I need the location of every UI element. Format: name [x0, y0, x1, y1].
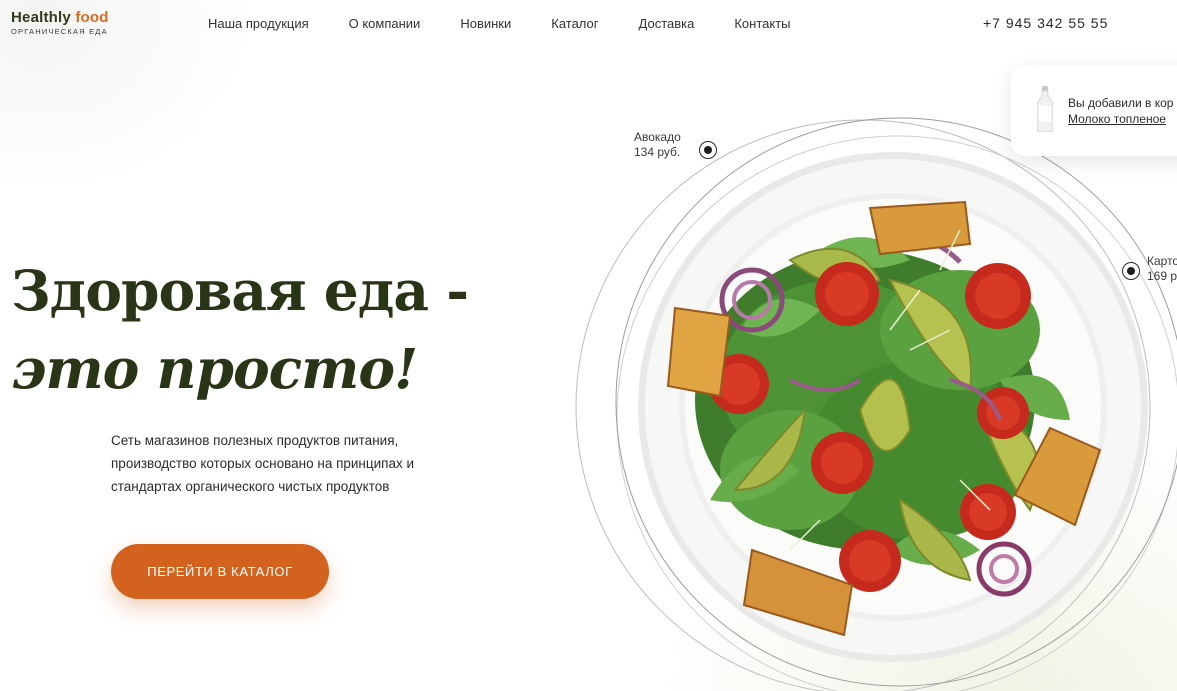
- nav-item-contacts[interactable]: Контакты: [734, 16, 790, 31]
- nav-item-catalog[interactable]: Каталог: [551, 16, 598, 31]
- milk-bottle-icon: [1037, 86, 1053, 132]
- logo-title: Healthly food: [11, 9, 109, 26]
- logo-word-food: food: [75, 9, 109, 26]
- nav-item-new[interactable]: Новинки: [460, 16, 511, 31]
- logo-word-healthly: Healthly: [11, 9, 71, 26]
- hero-title-line2: это просто!: [11, 336, 418, 401]
- marker-dot-icon[interactable]: [699, 141, 717, 159]
- main-nav: Наша продукция О компании Новинки Катало…: [208, 16, 791, 31]
- salad-plate-image: [560, 80, 1177, 691]
- hero-title-line1: Здоровая еда -: [11, 258, 469, 323]
- nav-item-about[interactable]: О компании: [349, 16, 421, 31]
- nav-item-delivery[interactable]: Доставка: [639, 16, 695, 31]
- phone-link[interactable]: +7 945 342 55 55: [983, 15, 1108, 31]
- marker-label-avocado: Авокадо 134 руб.: [634, 130, 681, 160]
- marker-label-potato: Карто 169 р: [1147, 254, 1177, 284]
- marker-price: 169 р: [1147, 269, 1177, 283]
- hero-title: Здоровая еда - это просто!: [11, 252, 469, 408]
- nav-item-products[interactable]: Наша продукция: [208, 16, 309, 31]
- hero-description: Сеть магазинов полезных продуктов питани…: [111, 433, 415, 494]
- cart-notification: Вы добавили в кор Молоко топленое: [1011, 66, 1177, 156]
- logo[interactable]: Healthly food ОРГАНИЧЕСКАЯ ЕДА: [11, 9, 109, 36]
- marker-dot-icon[interactable]: [1122, 262, 1140, 280]
- marker-name: Авокадо: [634, 130, 681, 144]
- marker-name: Карто: [1147, 254, 1177, 268]
- marker-price: 134 руб.: [634, 145, 681, 159]
- catalog-button[interactable]: ПЕРЕЙТИ В КАТАЛОГ: [111, 544, 329, 599]
- cart-product-link[interactable]: Молоко топленое: [1068, 112, 1166, 126]
- logo-tagline: ОРГАНИЧЕСКАЯ ЕДА: [11, 27, 108, 36]
- cart-message: Вы добавили в кор: [1068, 96, 1174, 110]
